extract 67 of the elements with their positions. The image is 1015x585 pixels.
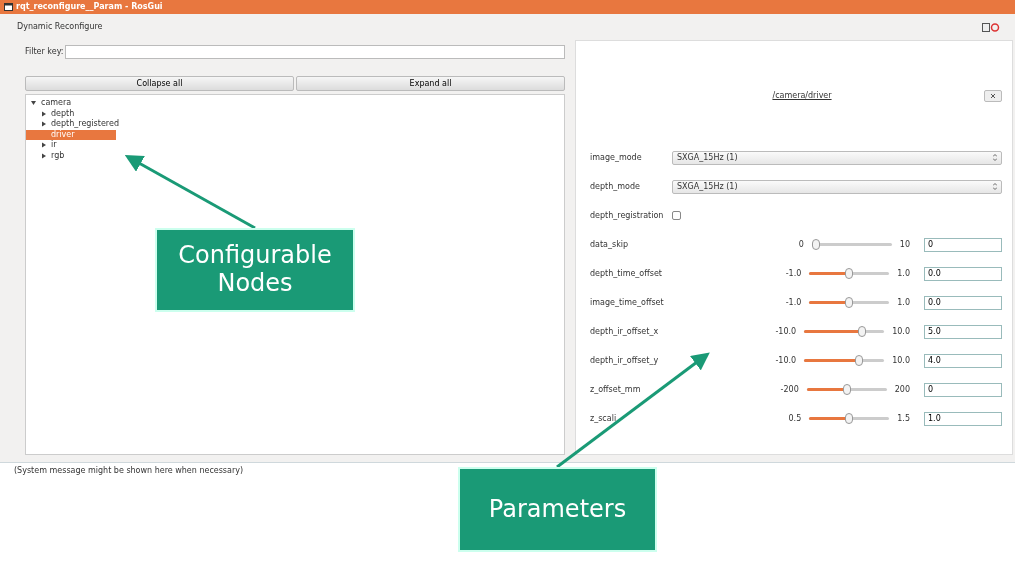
value-field[interactable]: 4.0: [924, 353, 1002, 368]
parameter-label: data_skip: [590, 238, 630, 251]
expand-arrow-icon[interactable]: [40, 142, 48, 149]
value-field[interactable]: 0: [924, 382, 1002, 397]
node-title: /camera/driver: [772, 89, 832, 102]
close-button[interactable]: [984, 89, 1002, 102]
tree-item[interactable]: depth: [26, 108, 564, 119]
callout: Configurable Nodes: [155, 228, 355, 312]
slider-min-label: -200: [779, 383, 799, 396]
tree-item[interactable]: depth_registered: [26, 119, 564, 130]
tree-button[interactable]: Collapse all: [25, 76, 294, 91]
tree-item[interactable]: ir: [26, 140, 564, 151]
spinner-arrows-icon: [993, 183, 997, 190]
parameter-label: image_mode: [590, 151, 643, 164]
value-field[interactable]: 0.0: [924, 295, 1002, 310]
slider-max-label: 1.0: [897, 296, 910, 309]
plugin-title: Dynamic Reconfigure: [17, 21, 103, 33]
parameter-label: depth_time_offset: [590, 267, 663, 280]
parameter-label: depth_mode: [590, 180, 641, 193]
close-icon: [990, 92, 996, 99]
help-close-icon[interactable]: [982, 22, 1000, 32]
slider[interactable]: [809, 297, 890, 308]
slider-max-label: 1.5: [897, 412, 910, 425]
parameter-label: depth_registration: [590, 209, 665, 222]
window-title: rqt_reconfigure__Param - RosGui: [16, 1, 163, 13]
window-icon: [4, 3, 13, 11]
slider[interactable]: [804, 326, 885, 337]
parameter-label: image_time_offset: [590, 296, 665, 309]
value-field[interactable]: 0: [924, 237, 1002, 252]
parameter-label: depth_ir_offset_x: [590, 325, 660, 338]
filter-label: Filter key:: [25, 46, 64, 58]
slider-min-label: -1.0: [784, 267, 802, 280]
expand-arrow-icon[interactable]: [40, 121, 48, 128]
value-field[interactable]: 1.0: [924, 411, 1002, 426]
slider-min-label: -10.0: [774, 354, 797, 367]
slider-min-label: 0: [797, 238, 804, 251]
value-field[interactable]: 0.0: [924, 266, 1002, 281]
tree-item[interactable]: rgb: [26, 150, 564, 161]
collapse-arrow-icon[interactable]: [30, 100, 38, 107]
slider[interactable]: [804, 355, 885, 366]
slider-max-label: 10.0: [892, 325, 910, 338]
checkbox[interactable]: [672, 211, 681, 220]
value-field[interactable]: 5.0: [924, 324, 1002, 339]
slider[interactable]: [809, 413, 890, 424]
slider-max-label: 1.0: [897, 267, 910, 280]
dropdown[interactable]: SXGA_15Hz (1): [672, 150, 1002, 165]
callout: Parameters: [458, 467, 657, 552]
expand-arrow-icon[interactable]: [40, 110, 48, 117]
tree-item[interactable]: camera: [26, 98, 564, 109]
slider[interactable]: [809, 268, 890, 279]
slider-min-label: -1.0: [784, 296, 802, 309]
parameter-label: depth_ir_offset_y: [590, 354, 660, 367]
filter-field[interactable]: [65, 45, 565, 59]
slider[interactable]: [811, 239, 892, 250]
slider-max-label: 10: [899, 238, 910, 251]
status-message: (System message might be shown here when necessary): [14, 466, 244, 475]
slider-min-label: -10.0: [774, 325, 797, 338]
parameter-label: z_scali: [590, 412, 618, 425]
slider-max-label: 200: [894, 383, 910, 396]
tree-button[interactable]: Expand all: [296, 76, 565, 91]
expand-arrow-icon[interactable]: [40, 152, 48, 159]
dropdown[interactable]: SXGA_15Hz (1): [672, 179, 1002, 194]
slider-min-label: 0.5: [787, 412, 802, 425]
spinner-arrows-icon: [993, 154, 997, 161]
parameter-label: z_offset_mm: [590, 383, 642, 396]
slider[interactable]: [806, 384, 887, 395]
slider-max-label: 10.0: [892, 354, 910, 367]
